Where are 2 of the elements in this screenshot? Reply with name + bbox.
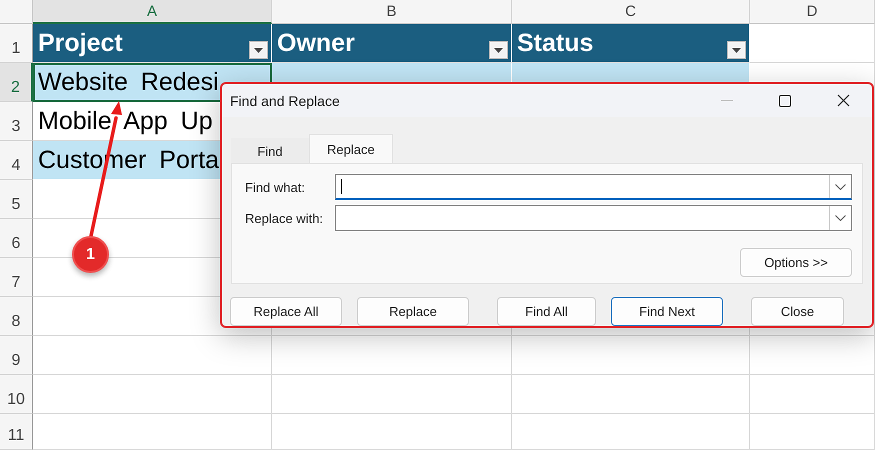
field-label: Replace with: xyxy=(245,210,324,226)
field-label: Find what: xyxy=(245,180,306,194)
